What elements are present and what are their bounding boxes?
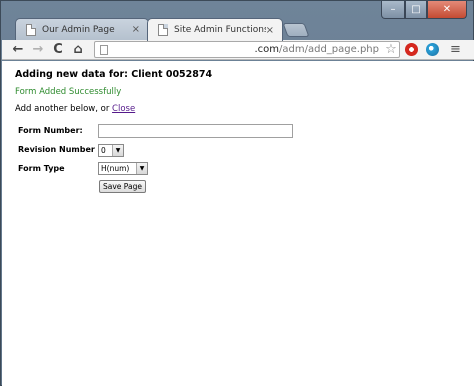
menu-icon[interactable]: ≡: [450, 42, 461, 57]
forward-button[interactable]: →: [28, 41, 48, 59]
tab-title: Our Admin Page: [42, 24, 115, 35]
page-title: Adding new data for: Client 0052874: [15, 69, 213, 80]
address-bar[interactable]: .com/adm/add_page.php ☆: [94, 41, 400, 58]
save-page-button[interactable]: Save Page: [99, 180, 146, 193]
page-icon: [26, 23, 36, 36]
form-number-input[interactable]: [98, 124, 293, 138]
page-icon: [100, 44, 108, 55]
form-type-select[interactable]: H(num) ▼: [98, 162, 148, 175]
tab-our-admin-page[interactable]: Our Admin Page ×: [15, 18, 149, 40]
url-text: .com/adm/add_page.php: [108, 44, 383, 55]
success-message: Form Added Successfully: [15, 87, 122, 97]
new-tab-button[interactable]: [282, 23, 310, 37]
form-number-label: Form Number:: [18, 126, 83, 135]
url-domain: .com: [254, 44, 280, 55]
form-type-label: Form Type: [18, 164, 65, 173]
toolbar: ← → C ⌂ .com/adm/add_page.php ☆ ≡: [2, 40, 474, 60]
tab-site-admin-functions[interactable]: Site Admin Functions ×: [147, 18, 283, 41]
reload-button[interactable]: C: [48, 41, 68, 59]
revision-number-label: Revision Number: [18, 145, 95, 154]
window-controls: – □ ✕: [381, 1, 467, 19]
chevron-down-icon: ▼: [112, 145, 123, 156]
form-type-value: H(num): [101, 164, 130, 173]
url-path: /adm/add_page.php: [279, 44, 379, 55]
extension-icon[interactable]: [426, 43, 439, 56]
add-another-text: Add another below, or Close: [15, 104, 135, 114]
revision-number-value: 0: [101, 146, 106, 155]
back-button[interactable]: ←: [8, 41, 28, 59]
minimize-button[interactable]: –: [381, 1, 405, 19]
bookmark-star-icon[interactable]: ☆: [383, 42, 399, 57]
page-content: Adding new data for: Client 0052874 Form…: [2, 61, 474, 386]
maximize-button[interactable]: □: [405, 1, 427, 19]
page-icon: [158, 24, 168, 36]
opera-extension-icon[interactable]: [405, 43, 418, 56]
tab-title: Site Admin Functions: [174, 25, 266, 35]
close-window-button[interactable]: ✕: [427, 1, 467, 19]
close-link[interactable]: Close: [112, 104, 135, 114]
browser-window: – □ ✕ Our Admin Page × Site Admin Functi…: [0, 0, 474, 386]
home-button[interactable]: ⌂: [68, 41, 88, 59]
chevron-down-icon: ▼: [136, 163, 147, 174]
revision-number-select[interactable]: 0 ▼: [98, 144, 124, 157]
close-icon[interactable]: ×: [266, 25, 274, 36]
add-another-prefix: Add another below, or: [15, 104, 113, 114]
close-icon[interactable]: ×: [132, 24, 140, 35]
